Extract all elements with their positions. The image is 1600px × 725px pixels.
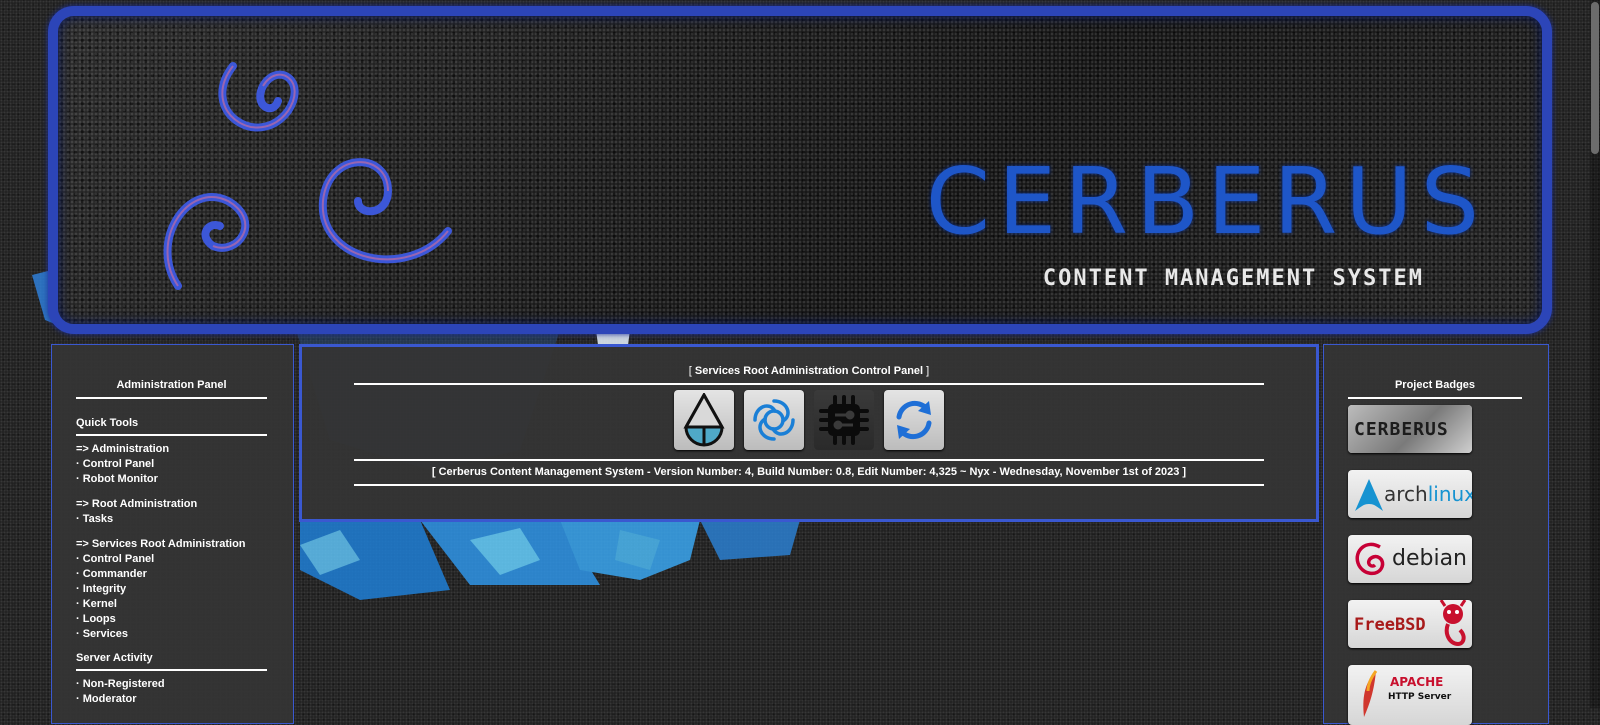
logo-title: CERBERUS: [925, 148, 1487, 255]
swirl-tool-button[interactable]: [744, 390, 804, 450]
arch-logo-icon: [1355, 479, 1383, 511]
heading-bracket-right: ]: [926, 365, 930, 377]
badge-cerberus[interactable]: CERBERUS: [1348, 405, 1472, 453]
nav-link-commander[interactable]: · Commander: [76, 567, 267, 582]
nav-group-root-administration: => Root Administration · Tasks: [76, 497, 267, 527]
control-panel-heading: [ Services Root Administration Control P…: [354, 365, 1264, 385]
site-banner: CERBERUS CONTENT MANAGEMENT SYSTEM: [48, 6, 1552, 334]
debian-swirl-icon: [1355, 542, 1385, 576]
nav-link-control-panel[interactable]: · Control Panel: [76, 457, 267, 472]
beastie-daemon-icon: [1439, 600, 1467, 647]
apache-feather-icon: [1363, 670, 1378, 717]
activity-link-moderator[interactable]: · Moderator: [76, 692, 267, 707]
panel-title: Project Badges: [1348, 379, 1522, 399]
heading-text: Services Root Administration Control Pan…: [694, 365, 924, 377]
badge-cerberus-text: CERBERUS: [1354, 419, 1449, 440]
badge-apache[interactable]: APACHE HTTP Server: [1348, 665, 1472, 725]
refresh-icon: [896, 400, 932, 440]
nav-link-services-control-panel[interactable]: · Control Panel: [76, 552, 267, 567]
server-activity-list: · Non-Registered · Moderator: [76, 677, 267, 707]
section-heading-quick-tools: Quick Tools: [76, 417, 267, 436]
nav-group-services-root-administration: => Services Root Administration · Contro…: [76, 537, 267, 642]
drop-shield-tool-button[interactable]: [674, 390, 734, 450]
nav-link-integrity[interactable]: · Integrity: [76, 582, 267, 597]
section-heading-server-activity: Server Activity: [76, 652, 267, 671]
services-control-panel: [ Services Root Administration Control P…: [299, 344, 1319, 522]
nav-group-administration: => Administration · Control Panel · Robo…: [76, 442, 267, 487]
badge-apache-subtitle: HTTP Server: [1388, 692, 1452, 702]
version-info: [ Cerberus Content Management System - V…: [354, 461, 1264, 486]
nav-link-tasks[interactable]: · Tasks: [76, 512, 267, 527]
nav-link-kernel[interactable]: · Kernel: [76, 597, 267, 612]
swirl-icon: [753, 399, 795, 441]
heading-bracket-left: [: [688, 365, 692, 377]
badge-archlinux[interactable]: archlinux: [1348, 470, 1472, 518]
badge-arch-word: arch: [1384, 482, 1428, 506]
chip-tool-button[interactable]: [814, 390, 874, 450]
tool-icon-row: [354, 385, 1264, 461]
drop-shield-icon: [683, 393, 725, 447]
badge-freebsd-text: FreeBSD: [1354, 615, 1426, 635]
chip-icon: [819, 395, 869, 445]
refresh-tool-button[interactable]: [884, 390, 944, 450]
panel-title: Administration Panel: [76, 379, 267, 399]
project-badges-panel: Project Badges CERBERUS archlinux debian…: [1323, 344, 1549, 725]
badge-debian-text: debian: [1392, 546, 1468, 571]
nav-link-robot-monitor[interactable]: · Robot Monitor: [76, 472, 267, 487]
logo-subtitle: CONTENT MANAGEMENT SYSTEM: [1042, 266, 1424, 291]
badge-debian[interactable]: debian: [1348, 535, 1472, 583]
nav-link-services[interactable]: · Services: [76, 627, 267, 642]
badge-freebsd[interactable]: FreeBSD: [1348, 600, 1472, 648]
nav-link-root-administration[interactable]: => Root Administration: [76, 497, 267, 512]
activity-link-non-registered[interactable]: · Non-Registered: [76, 677, 267, 692]
triskelion-logo-icon: [163, 62, 452, 290]
badge-apache-title: APACHE: [1390, 675, 1444, 689]
badge-arch-text: archlinux: [1384, 482, 1472, 506]
nav-link-loops[interactable]: · Loops: [76, 612, 267, 627]
nav-link-services-root-administration[interactable]: => Services Root Administration: [76, 537, 267, 552]
page-scrollbar[interactable]: [1590, 0, 1600, 708]
scrollbar-thumb[interactable]: [1591, 2, 1599, 154]
badge-linux-word: linux: [1427, 482, 1472, 506]
nav-link-administration[interactable]: => Administration: [76, 442, 267, 457]
administration-panel: Administration Panel Quick Tools => Admi…: [51, 344, 294, 724]
